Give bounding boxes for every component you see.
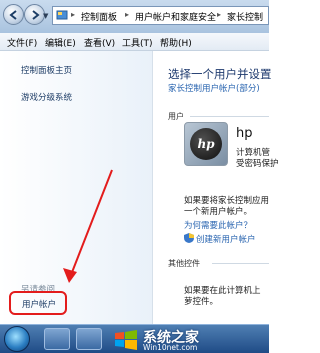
- user-avatar[interactable]: hp: [184, 122, 228, 166]
- watermark-url: Win10net.com: [143, 343, 198, 352]
- create-user-account-link[interactable]: 创建新用户帐户: [196, 233, 256, 245]
- user-accounts-label: 用户帐户: [22, 300, 57, 310]
- start-button[interactable]: [4, 326, 30, 352]
- taskbar-ie-icon[interactable]: [44, 328, 70, 350]
- parental-controls-link[interactable]: 家长控制用户帐户(部分): [168, 82, 260, 94]
- other-text-line2: 萝控件。: [184, 297, 219, 307]
- users-heading: 用户: [168, 112, 184, 121]
- shield-icon: [184, 233, 194, 243]
- divider: [212, 263, 269, 264]
- other-controls-heading: 其他控件: [168, 259, 200, 268]
- taskbar-window-icon[interactable]: [76, 328, 102, 350]
- hp-logo-text: hp: [197, 137, 215, 151]
- hp-logo-icon: hp: [190, 128, 222, 160]
- why-account-link[interactable]: 为何需要此帐户？: [184, 219, 252, 231]
- user-name[interactable]: hp: [236, 126, 253, 141]
- divider: [190, 116, 269, 117]
- page-title: 选择一个用户并设置: [168, 67, 272, 81]
- windows-logo-icon: [115, 330, 137, 350]
- info-text-line2: 一个新用户帐户。: [184, 207, 253, 217]
- user-password-status: 受密码保护: [236, 159, 279, 169]
- user-accounts-link[interactable]: 用户帐户: [9, 291, 67, 315]
